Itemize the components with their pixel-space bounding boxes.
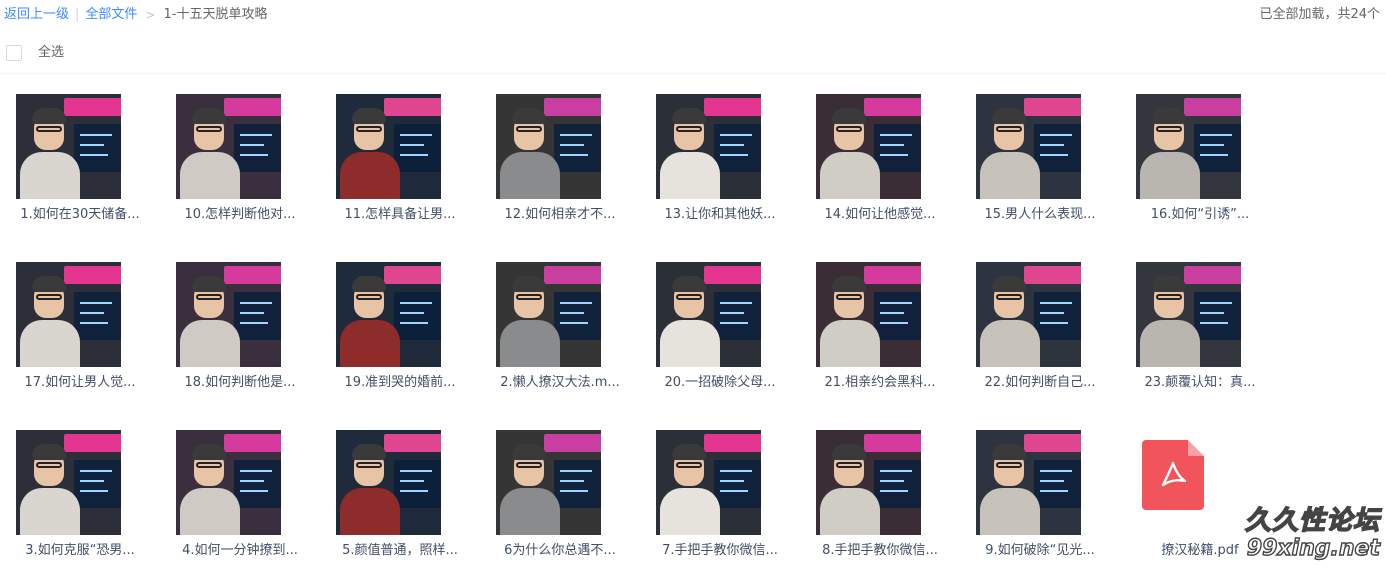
video-thumbnail: [336, 262, 441, 367]
current-folder: 1-十五天脱单攻略: [163, 7, 268, 22]
file-name: 10.怎样判断他对...: [184, 207, 296, 222]
video-thumbnail: [496, 430, 601, 535]
video-thumbnail: [176, 262, 281, 367]
file-item[interactable]: 18.如何判断他是...: [160, 252, 320, 402]
file-name: 9.如何破除“见光...: [985, 543, 1095, 558]
video-thumbnail: [656, 262, 761, 367]
file-item[interactable]: 10.怎样判断他对...: [160, 84, 320, 234]
file-item[interactable]: 15.男人什么表现...: [960, 84, 1120, 234]
file-grid: 1.如何在30天储备... 10.怎样判断他对... 11.怎样具备让男... 12.…: [0, 84, 1386, 570]
file-name: 8.手把手教你微信...: [822, 543, 938, 558]
file-name: 19.准到哭的婚前...: [344, 375, 456, 390]
video-thumbnail: [176, 94, 281, 199]
pdf-file-icon: [1142, 440, 1204, 510]
file-item[interactable]: 17.如何让男人觉...: [0, 252, 160, 402]
file-name: 17.如何让男人觉...: [24, 375, 136, 390]
file-item[interactable]: 20.一招破除父母...: [640, 252, 800, 402]
file-name: 21.相亲约会黑科...: [824, 375, 936, 390]
select-all-label: 全选: [38, 45, 65, 60]
file-name: 7.手把手教你微信...: [662, 543, 778, 558]
file-name: 3.如何克服“恐男...: [25, 543, 135, 558]
file-name: 15.男人什么表现...: [984, 207, 1096, 222]
video-thumbnail: [656, 430, 761, 535]
file-item[interactable]: 14.如何让他感觉...: [800, 84, 960, 234]
file-item[interactable]: 8.手把手教你微信...: [800, 420, 960, 570]
video-thumbnail: [16, 430, 121, 535]
video-thumbnail: [976, 94, 1081, 199]
file-name: 2.懒人撩汉大法.m...: [500, 375, 620, 390]
file-item[interactable]: 9.如何破除“见光...: [960, 420, 1120, 570]
breadcrumb-separator: |: [75, 7, 80, 22]
video-thumbnail: [336, 94, 441, 199]
file-name: 1.如何在30天储备...: [20, 207, 140, 222]
select-bar: 全选: [0, 38, 1386, 74]
file-name: 18.如何判断他是...: [184, 375, 296, 390]
file-item[interactable]: 5.颜值普通，照样...: [320, 420, 480, 570]
file-name: 11.怎样具备让男...: [344, 207, 456, 222]
file-name: 5.颜值普通，照样...: [342, 543, 458, 558]
file-name: 22.如何判断自己...: [984, 375, 1096, 390]
video-thumbnail: [16, 262, 121, 367]
file-item[interactable]: 13.让你和其他妖...: [640, 84, 800, 234]
video-thumbnail: [816, 262, 921, 367]
video-thumbnail: [496, 94, 601, 199]
breadcrumb: 返回上一级 | 全部文件 > 1-十五天脱单攻略: [4, 6, 267, 24]
file-item[interactable]: 2.懒人撩汉大法.m...: [480, 252, 640, 402]
file-name: 20.一招破除父母...: [664, 375, 776, 390]
video-thumbnail: [16, 94, 121, 199]
file-item[interactable]: 21.相亲约会黑科...: [800, 252, 960, 402]
file-item[interactable]: 3.如何克服“恐男...: [0, 420, 160, 570]
breadcrumb-arrow: >: [145, 8, 156, 22]
file-name: 撩汉秘籍.pdf: [1161, 543, 1239, 558]
video-thumbnail: [336, 430, 441, 535]
video-thumbnail: [976, 262, 1081, 367]
video-thumbnail: [976, 430, 1081, 535]
top-bar: 返回上一级 | 全部文件 > 1-十五天脱单攻略 已全部加载，共24个: [0, 0, 1386, 32]
file-item[interactable]: 23.颠覆认知：真...: [1120, 252, 1280, 402]
file-item[interactable]: 22.如何判断自己...: [960, 252, 1120, 402]
all-files-link[interactable]: 全部文件: [85, 6, 137, 24]
video-thumbnail: [496, 262, 601, 367]
file-item[interactable]: 撩汉秘籍.pdf: [1120, 420, 1280, 570]
file-name: 16.如何“引诱”...: [1150, 207, 1250, 222]
file-item[interactable]: 16.如何“引诱”...: [1120, 84, 1280, 234]
file-name: 14.如何让他感觉...: [824, 207, 936, 222]
video-thumbnail: [656, 94, 761, 199]
video-thumbnail: [816, 430, 921, 535]
video-thumbnail: [1136, 262, 1241, 367]
file-item[interactable]: 1.如何在30天储备...: [0, 84, 160, 234]
file-name: 12.如何相亲才不...: [504, 207, 616, 222]
video-thumbnail: [816, 94, 921, 199]
select-all-checkbox[interactable]: [6, 45, 22, 61]
file-item[interactable]: 7.手把手教你微信...: [640, 420, 800, 570]
file-item[interactable]: 6为什么你总遇不...: [480, 420, 640, 570]
file-name: 13.让你和其他妖...: [664, 207, 776, 222]
file-item[interactable]: 19.准到哭的婚前...: [320, 252, 480, 402]
file-item[interactable]: 4.如何一分钟撩到...: [160, 420, 320, 570]
video-thumbnail: [176, 430, 281, 535]
load-status: 已全部加载，共24个: [1259, 7, 1380, 22]
video-thumbnail: [1136, 94, 1241, 199]
file-item[interactable]: 11.怎样具备让男...: [320, 84, 480, 234]
file-name: 4.如何一分钟撩到...: [182, 543, 298, 558]
back-link[interactable]: 返回上一级: [4, 6, 69, 24]
file-name: 6为什么你总遇不...: [504, 543, 616, 558]
file-name: 23.颠覆认知：真...: [1144, 375, 1256, 390]
file-item[interactable]: 12.如何相亲才不...: [480, 84, 640, 234]
